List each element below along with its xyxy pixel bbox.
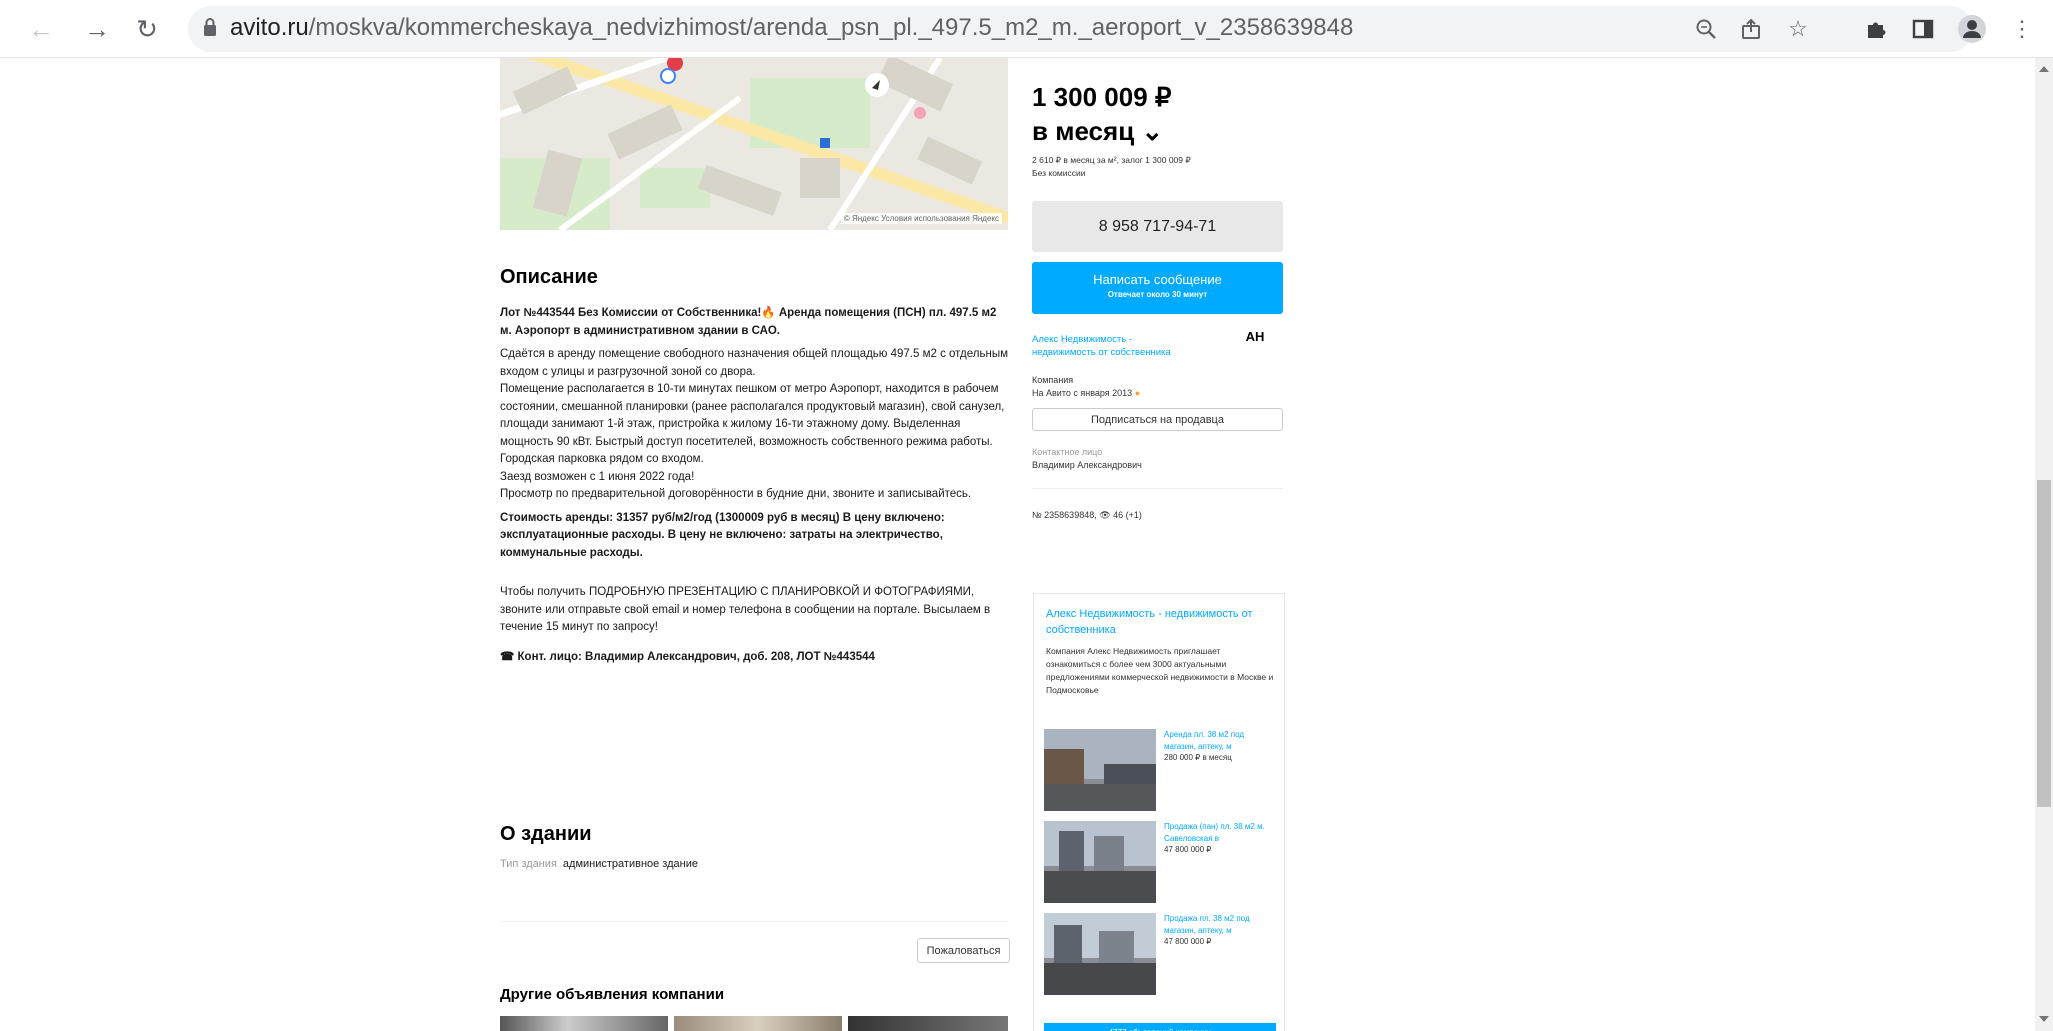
contact-person-key: Контактное лицо	[1032, 447, 1103, 457]
description-paragraph: Городская парковка рядом со входом.	[500, 453, 704, 465]
building-type-value: административное здание	[562, 858, 698, 870]
company-ad-image[interactable]	[1044, 913, 1156, 995]
seller-type: Компания	[1032, 375, 1074, 385]
company-ad[interactable]: Аренда пл. 38 м2 под магазин, аптеку, м2…	[1044, 729, 1276, 811]
price-details: 2 610 ₽ в месяц за м², залог 1 300 009 ₽	[1032, 155, 1191, 165]
page-scrollbar[interactable]	[2035, 58, 2053, 1031]
extensions-puzzle-icon[interactable]	[1860, 13, 1892, 45]
reload-icon[interactable]: ↻	[130, 12, 164, 46]
response-time-label: Отвечает около 30 минут	[1107, 290, 1208, 299]
company-about: Компания Алекс Недвижимость приглашает о…	[1046, 646, 1274, 695]
building-type-key: Тип здания	[500, 858, 557, 870]
price-value: 1 300 009 ₽	[1032, 82, 1172, 112]
description-paragraph: Сдаётся в аренду помещение свободного на…	[500, 348, 1009, 378]
browser-toolbar: ← → ↻ avito.ru/moskva/kommercheskaya_ned…	[0, 0, 2053, 58]
seller-name[interactable]: Алекс Недвижимость - недвижимость от соб…	[1032, 333, 1182, 359]
other-ad-thumbnail[interactable]	[674, 1016, 842, 1031]
listing-number: № 2358639848, 👁 46 (+1)	[1032, 510, 1142, 520]
company-ad-title[interactable]: Продажа пл. 38 м2 под магазин, аптеку, м	[1164, 913, 1274, 936]
company-ad-price: 280 000 ₽ в месяц	[1164, 753, 1232, 762]
price-period-dropdown[interactable]: в месяц ⌄	[1032, 114, 1285, 148]
write-message-button[interactable]: Написать сообщение Отвечает около 30 мин…	[1032, 262, 1283, 314]
url-text[interactable]: avito.ru/moskva/kommercheskaya_nedvizhim…	[230, 12, 1353, 44]
back-icon[interactable]: ←	[24, 12, 58, 46]
seller-since-text: На Авито с января 2013	[1032, 388, 1133, 398]
other-ads-heading: Другие объявления компании	[500, 986, 725, 1003]
price-block: 1 300 009 ₽ в месяц ⌄ 2 610 ₽ в месяц за…	[1032, 80, 1285, 180]
contact-person-value: Владимир Александрович	[1032, 460, 1142, 470]
lock-icon	[204, 18, 216, 36]
seller-since: На Авито с января 2013 ●	[1032, 387, 1285, 400]
company-title-link[interactable]: Алекс Недвижимость - недвижимость от соб…	[1046, 606, 1274, 638]
description-paragraph: Просмотр по предварительной договорённос…	[500, 488, 972, 500]
complain-button[interactable]: Пожаловаться	[917, 938, 1010, 963]
other-ad-thumbnail[interactable]	[500, 1016, 668, 1031]
show-phone-button[interactable]: 8 958 717-94-71	[1032, 201, 1283, 252]
seller-logo[interactable]: AH	[1240, 328, 1270, 358]
write-message-label: Написать сообщение	[1093, 272, 1222, 287]
forward-icon[interactable]: →	[80, 12, 114, 46]
description-contact: ☎ Конт. лицо: Владимир Александрович, до…	[500, 650, 875, 663]
divider	[1032, 488, 1283, 489]
map-copyright[interactable]: © Яндекс Условия использования Яндекс	[840, 213, 1002, 224]
share-icon[interactable]	[1735, 13, 1767, 45]
menu-kebab-icon[interactable]: ⋮	[2006, 13, 2038, 45]
scroll-down-arrow[interactable]	[2039, 1016, 2049, 1022]
page-content: © Яндекс Условия использования Яндекс Оп…	[0, 58, 2053, 1031]
company-ad-price: 47 800 000 ₽	[1164, 845, 1212, 854]
description-presentation: Чтобы получить ПОДРОБНУЮ ПРЕЗЕНТАЦИЮ С П…	[500, 586, 991, 633]
company-ad-image[interactable]	[1044, 729, 1156, 811]
subscribe-seller-button[interactable]: Подписаться на продавца	[1032, 408, 1283, 431]
description-cost: Стоимость аренды: 31357 руб/м2/год (1300…	[500, 511, 945, 559]
company-ad[interactable]: Продажа пл. 38 м2 под магазин, аптеку, м…	[1044, 913, 1276, 995]
profile-icon[interactable]	[1956, 13, 1988, 45]
description-lead: Лот №443544 Без Комиссии от Собственника…	[500, 307, 997, 337]
scroll-thumb[interactable]	[2037, 480, 2051, 807]
description-body: Лот №443544 Без Комиссии от Собственника…	[500, 305, 1010, 666]
company-block: Алекс Недвижимость - недвижимость от соб…	[1033, 593, 1285, 1031]
company-ad-title[interactable]: Аренда пл. 38 м2 под магазин, аптеку, м	[1164, 729, 1274, 752]
company-ad-title[interactable]: Продажа (пан) пл. 38 м2 м. Савеловская в	[1164, 821, 1274, 844]
divider	[500, 921, 1008, 922]
other-ad-thumbnail[interactable]	[848, 1016, 1008, 1031]
description-paragraph: Заезд возможен с 1 июня 2022 года!	[500, 470, 695, 483]
building-heading: О здании	[500, 823, 592, 845]
side-panel-icon[interactable]	[1907, 13, 1939, 45]
medal-icon: ●	[1134, 388, 1141, 398]
bookmark-star-icon[interactable]: ☆	[1782, 13, 1814, 45]
building-type: Тип здания административное здание	[500, 858, 1010, 870]
zoom-icon[interactable]	[1690, 13, 1722, 45]
description-paragraph: Помещение располагается в 10-ти минутах …	[500, 383, 1005, 448]
company-ad-image[interactable]	[1044, 821, 1156, 903]
all-company-ads-button[interactable]: 4777 объявлений компании	[1044, 1023, 1276, 1031]
scroll-up-arrow[interactable]	[2039, 66, 2049, 72]
description-heading: Описание	[500, 266, 598, 288]
location-map[interactable]: © Яндекс Условия использования Яндекс	[500, 58, 1008, 230]
price-commission: Без комиссии	[1032, 168, 1086, 178]
company-ad-price: 47 800 000 ₽	[1164, 937, 1212, 946]
company-ad[interactable]: Продажа (пан) пл. 38 м2 м. Савеловская в…	[1044, 821, 1276, 903]
